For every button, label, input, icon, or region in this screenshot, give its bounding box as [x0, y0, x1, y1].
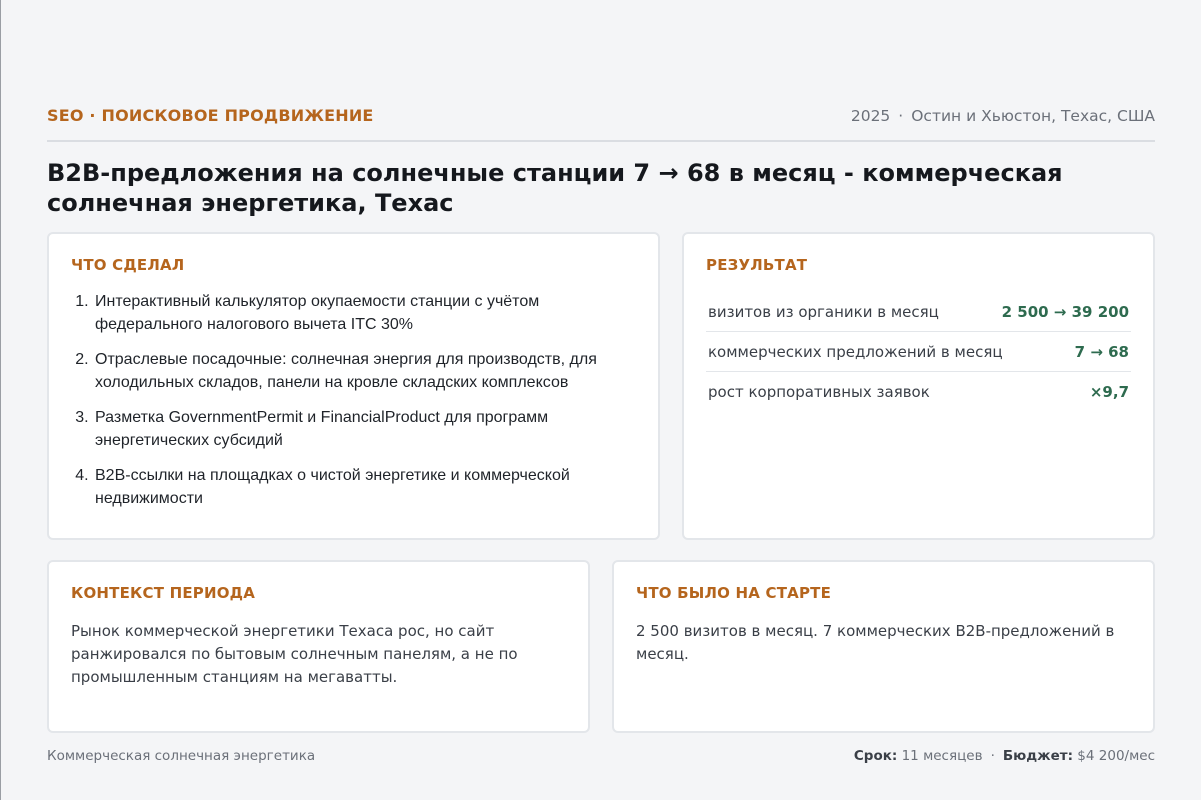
footer-meta: Срок: 11 месяцев · Бюджет: $4 200/мес — [854, 748, 1155, 764]
metric-value: 2 500 → 39 200 — [1001, 302, 1129, 321]
term-label: Срок: — [853, 748, 898, 764]
footer: Коммерческая солнечная энергетика Срок: … — [47, 748, 1155, 764]
location-label: Остин и Хьюстон, Техас, США — [911, 107, 1155, 125]
result-title: РЕЗУЛЬТАТ — [706, 256, 808, 274]
metric-label: коммерческих предложений в месяц — [708, 342, 1003, 361]
metric-label: рост корпоративных заявок — [708, 383, 930, 401]
term-value: 11 месяцев — [901, 748, 983, 764]
metric-label: визитов из органики в месяц — [708, 302, 939, 321]
metric-value: ×9,7 — [1089, 383, 1129, 401]
metric-row: рост корпоративных заявок ×9,7 — [706, 372, 1131, 412]
list-item: Разметка GovernmentPermit и FinancialPro… — [93, 406, 636, 452]
what-done-card: ЧТО СДЕЛАЛ Интерактивный калькулятор оку… — [47, 232, 660, 540]
start-card: ЧТО БЫЛО НА СТАРТЕ 2 500 визитов в месяц… — [612, 560, 1155, 733]
start-title: ЧТО БЫЛО НА СТАРТЕ — [636, 584, 832, 602]
budget-label: Бюджет: — [1002, 748, 1073, 764]
list-item: B2B-ссылки на площадках о чистой энергет… — [93, 464, 636, 510]
start-text: 2 500 визитов в месяц. 7 коммерческих B2… — [636, 622, 1115, 663]
section-kicker: SEO · ПОИСКОВОЕ ПРОДВИЖЕНИЕ — [47, 106, 374, 125]
meta-separator: · — [898, 107, 904, 125]
list-item: Отраслевые посадочные: солнечная энергия… — [93, 348, 636, 394]
list-item: Интерактивный калькулятор окупаемости ст… — [93, 290, 636, 336]
metric-row: коммерческих предложений в месяц 7 → 68 — [706, 332, 1131, 372]
result-card: РЕЗУЛЬТАТ визитов из органики в месяц 2 … — [682, 232, 1155, 540]
header-meta: 2025 · Остин и Хьюстон, Техас, США — [851, 107, 1155, 125]
context-card: КОНТЕКСТ ПЕРИОДА Рынок коммерческой энер… — [47, 560, 590, 733]
context-text: Рынок коммерческой энергетики Техаса рос… — [71, 622, 518, 686]
context-title: КОНТЕКСТ ПЕРИОДА — [71, 584, 256, 602]
what-done-list: Интерактивный калькулятор окупаемости ст… — [71, 290, 636, 510]
year-label: 2025 — [850, 107, 891, 125]
metric-row: визитов из органики в месяц 2 500 → 39 2… — [706, 292, 1131, 332]
budget-value: $4 200/мес — [1077, 748, 1155, 764]
footer-category: Коммерческая солнечная энергетика — [47, 748, 316, 764]
what-done-title: ЧТО СДЕЛАЛ — [71, 256, 185, 274]
header-bar: SEO · ПОИСКОВОЕ ПРОДВИЖЕНИЕ 2025 · Остин и… — [47, 104, 1155, 142]
footer-separator: · — [990, 748, 995, 764]
page-title: B2B-предложения на солнечные станции 7 →… — [47, 159, 1063, 217]
metrics-list: визитов из органики в месяц 2 500 → 39 2… — [706, 292, 1131, 412]
metric-value: 7 → 68 — [1074, 342, 1129, 361]
